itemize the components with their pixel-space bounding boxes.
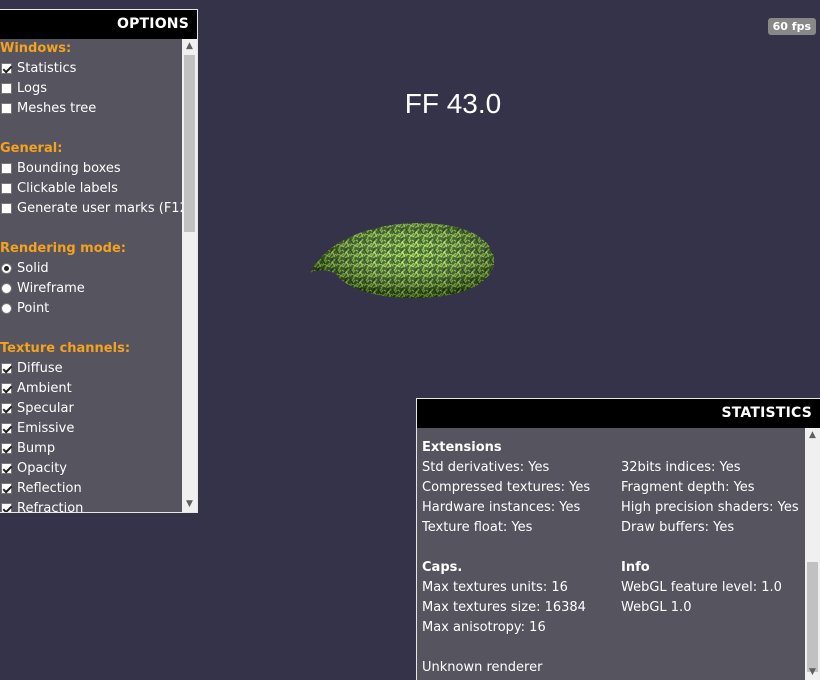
options-header: OPTIONS	[0, 10, 197, 39]
options-scrollbar-thumb[interactable]	[184, 55, 195, 232]
grass-mesh-render[interactable]	[308, 218, 498, 302]
options-panel: OPTIONS Windows: Statistics Logs Meshes tre…	[0, 9, 198, 513]
checkbox-icon[interactable]	[1, 383, 12, 394]
option-label: Generate user marks (F12)	[17, 201, 182, 216]
option-label: Ambient	[17, 381, 72, 396]
info-item: WebGL 1.0	[621, 600, 692, 615]
checkbox-icon[interactable]	[1, 183, 12, 194]
option-label: Solid	[17, 261, 49, 276]
radio-option[interactable]: Solid	[0, 259, 182, 279]
info-item: WebGL feature level: 1.0	[621, 580, 782, 595]
radio-option[interactable]: Point	[0, 299, 182, 319]
extensions-right-column: 32bits indices: Yes Fragment depth: Yes …	[621, 458, 799, 538]
statistics-header: STATISTICS	[417, 399, 820, 428]
checkbox-icon[interactable]	[1, 63, 12, 74]
checkbox-icon[interactable]	[1, 163, 12, 174]
checkbox-option[interactable]: Opacity	[0, 459, 182, 479]
checkbox-icon[interactable]	[1, 403, 12, 414]
option-label: Bounding boxes	[17, 161, 121, 176]
checkbox-icon[interactable]	[1, 423, 12, 434]
statistics-scrollbar-thumb[interactable]	[807, 562, 818, 672]
checkbox-icon[interactable]	[1, 203, 12, 214]
option-label: Emissive	[17, 421, 75, 436]
checkbox-option[interactable]: Specular	[0, 399, 182, 419]
checkbox-option[interactable]: Ambient	[0, 379, 182, 399]
page-title: FF 43.0	[404, 88, 502, 119]
option-label: Statistics	[17, 61, 77, 76]
checkbox-option[interactable]: Bounding boxes	[0, 159, 182, 179]
checkbox-option[interactable]: Reflection	[0, 479, 182, 499]
section-title: General:	[0, 141, 63, 156]
extensions-left-column: Extensions Std derivatives: Yes Compress…	[422, 438, 590, 538]
extension-item: High precision shaders: Yes	[621, 500, 799, 515]
extension-item: Draw buffers: Yes	[621, 520, 735, 535]
extensions-title: Extensions	[422, 440, 502, 455]
checkbox-option[interactable]: Refraction	[0, 499, 182, 512]
extension-item: Std derivatives: Yes	[422, 460, 550, 475]
caps-column: Caps. Max textures units: 16 Max texture…	[422, 558, 586, 678]
scroll-down-arrow-icon[interactable]: ▼	[805, 665, 820, 680]
scroll-down-arrow-icon[interactable]: ▼	[182, 497, 197, 512]
statistics-panel: STATISTICS Extensions Std derivatives: Y…	[416, 398, 820, 680]
caps-item: Max anisotropy: 16	[422, 620, 546, 635]
radio-icon[interactable]	[1, 283, 12, 294]
option-label: Refraction	[17, 501, 84, 512]
section-title: Texture channels:	[0, 341, 131, 356]
fps-badge: 60 fps	[767, 18, 816, 35]
info-column: Info WebGL feature level: 1.0 WebGL 1.0	[621, 558, 782, 618]
statistics-scrollbar[interactable]: ▲ ▼	[805, 428, 820, 680]
option-label: Clickable labels	[17, 181, 118, 196]
radio-icon[interactable]	[1, 303, 12, 314]
extension-item: Hardware instances: Yes	[422, 500, 581, 515]
option-label: Specular	[17, 401, 74, 416]
renderer-info: Unknown renderer	[422, 660, 543, 675]
option-label: Point	[17, 301, 50, 316]
caps-item: Max textures size: 16384	[422, 600, 586, 615]
option-label: Wireframe	[17, 281, 85, 296]
checkbox-option[interactable]: Generate user marks (F12)	[0, 199, 182, 219]
checkbox-option[interactable]: Clickable labels	[0, 179, 182, 199]
option-label: Reflection	[17, 481, 82, 496]
checkbox-icon[interactable]	[1, 463, 12, 474]
extension-item: Texture float: Yes	[422, 520, 533, 535]
radio-icon[interactable]	[1, 263, 12, 274]
caps-title: Caps.	[422, 560, 463, 575]
checkbox-option[interactable]: Bump	[0, 439, 182, 459]
radio-option[interactable]: Wireframe	[0, 279, 182, 299]
extension-item: 32bits indices: Yes	[621, 460, 741, 475]
caps-item: Max textures units: 16	[422, 580, 568, 595]
statistics-body: Extensions Std derivatives: Yes Compress…	[422, 438, 804, 680]
section-title: Rendering mode:	[0, 241, 126, 256]
scroll-up-arrow-icon[interactable]: ▲	[805, 428, 820, 443]
checkbox-option[interactable]: Diffuse	[0, 359, 182, 379]
checkbox-icon[interactable]	[1, 483, 12, 494]
option-label: Bump	[17, 441, 56, 456]
extension-item: Compressed textures: Yes	[422, 480, 591, 495]
scroll-up-arrow-icon[interactable]: ▲	[182, 39, 197, 54]
section-title: Windows:	[0, 41, 72, 56]
info-title: Info	[621, 560, 650, 575]
checkbox-icon[interactable]	[1, 443, 12, 454]
extension-item: Fragment depth: Yes	[621, 480, 755, 495]
option-label: Opacity	[17, 461, 68, 476]
checkbox-option[interactable]: Emissive	[0, 419, 182, 439]
checkbox-icon[interactable]	[1, 363, 12, 374]
option-label: Diffuse	[17, 361, 63, 376]
checkbox-option[interactable]: Statistics	[0, 59, 182, 79]
checkbox-icon[interactable]	[1, 503, 12, 512]
